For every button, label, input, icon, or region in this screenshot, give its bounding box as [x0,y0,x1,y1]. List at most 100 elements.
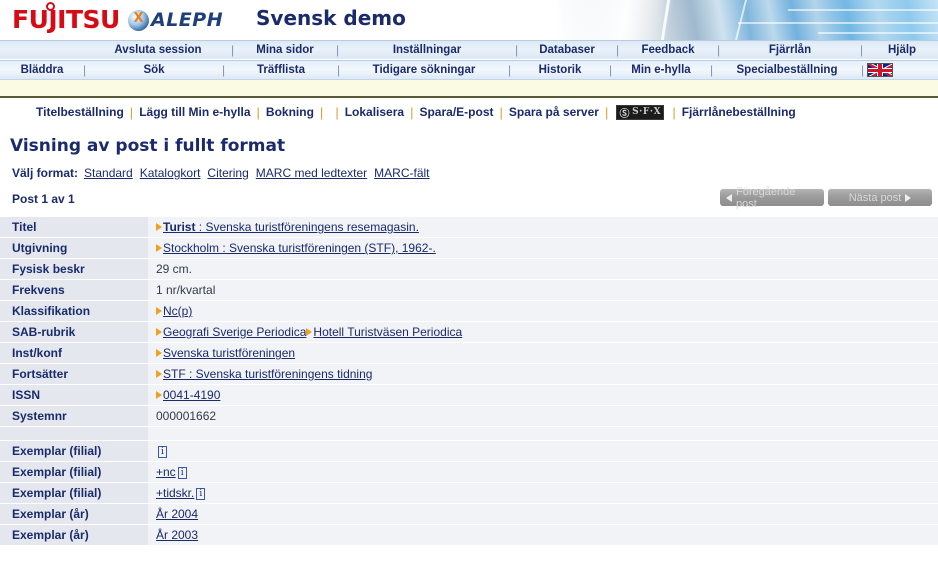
triangle-bullet-icon [156,306,162,315]
record-detail-body: Titel Turist : Svenska turistföreningens… [0,217,938,546]
record-link-text: : Svenska turistföreningens resemagasin. [195,220,419,234]
row-label: Exemplar (filial) [0,482,148,504]
record-link[interactable]: Turist : Svenska turistföreningens resem… [163,220,419,234]
row-label: Utgivning [0,237,148,259]
page-title: Visning av post i fullt format [10,136,286,156]
row-label: Systemnr [0,405,148,427]
nav-item-installningar[interactable]: Inställningar [342,41,512,59]
triangle-bullet-icon [156,369,162,378]
nav-separator: | [507,63,512,77]
format-option-marc-med-ledtexter[interactable]: MARC med ledtexter [256,166,367,180]
sfx-button[interactable]: Ⓢ S·F·X [616,104,665,120]
record-link[interactable]: STF : Svenska turistföreningens tidning [163,367,372,381]
record-link[interactable]: Nc(p) [163,304,192,318]
action-lagg-till-min-e-hylla[interactable]: Lägg till Min e-hylla [139,105,250,119]
format-selector-label: Välj format: [12,166,79,180]
primary-nav-bar: Avsluta session | Mina sidor | Inställni… [0,40,938,60]
nav-separator: | [860,63,865,77]
nav-item-avsluta-session[interactable]: Avsluta session [88,41,228,59]
info-icon[interactable]: i [196,487,206,500]
row-value: 000001662 [148,405,938,427]
record-detail-table: Titel Turist : Svenska turistföreningens… [0,217,938,546]
aleph-mark-icon [128,9,149,31]
aleph-logo: ALEPH [128,9,223,31]
action-lokalisera[interactable]: Lokalisera [345,105,404,119]
toolbar-separator: | [672,104,676,120]
nav-item-trafflista[interactable]: Träfflista [228,61,334,79]
table-row: Klassifikation Nc(p) [0,300,938,322]
record-action-toolbar: Titelbeställning | Lägg till Min e-hylla… [0,98,938,126]
row-value: Stockholm : Svenska turistföreningen (ST… [148,237,938,259]
nav-item-hjalp[interactable]: Hjälp [866,41,938,59]
nav-item-tidigare-sokningar[interactable]: Tidigare sökningar [343,61,505,79]
row-value: År 2004 [148,503,938,525]
format-option-standard[interactable]: Standard [84,166,133,180]
toolbar-separator: | [499,104,503,120]
action-fjarrlanebestallning[interactable]: Fjärrlånebeställning [682,105,796,119]
format-selector: Välj format: Standard Katalogkort Citeri… [0,156,938,180]
row-label: Exemplar (år) [0,524,148,546]
nav-item-specialbestallning[interactable]: Specialbeställning [716,61,858,79]
nav-item-historik[interactable]: Historik [514,61,606,79]
action-spara-epost[interactable]: Spara/E-post [419,105,493,119]
row-value: 0041-4190 [148,384,938,406]
sfx-circle-icon: Ⓢ [619,108,631,120]
record-link-bold: Turist [163,220,196,234]
fujitsu-logo-dot [46,2,55,11]
record-link[interactable]: 0041-4190 [163,388,220,402]
record-link[interactable]: Svenska turistföreningen [163,346,295,360]
chevron-right-icon [905,193,912,202]
nav-item-fjarrlan[interactable]: Fjärrlån [723,41,857,59]
row-label: Titel [0,217,148,238]
nav-item-min-e-hylla[interactable]: Min e-hylla [615,61,707,79]
record-link[interactable]: Hotell Turistväsen Periodica [313,325,462,339]
row-label: Frekvens [0,279,148,301]
format-option-citering[interactable]: Citering [207,166,248,180]
row-value: +nc i [148,461,938,483]
nav-item-feedback[interactable]: Feedback [622,41,714,59]
aleph-logo-text: ALEPH [151,9,224,31]
table-row: Systemnr 000001662 [0,405,938,427]
fujitsu-logo-text: FUJITSU [12,5,120,34]
toolbar-separator: | [335,104,339,120]
table-row: Exemplar (år) År 2004 [0,503,938,525]
record-link[interactable]: +nc [156,465,176,479]
toolbar-separator: | [319,104,324,120]
format-option-katalogkort[interactable]: Katalogkort [140,166,201,180]
triangle-bullet-icon [156,348,162,357]
record-link[interactable]: +tidskr. [156,486,194,500]
record-navigation-row: Post 1 av 1 Föregående post Nästa post [0,186,938,213]
info-icon[interactable]: i [177,466,187,479]
nav-item-mina-sidor[interactable]: Mina sidor [237,41,333,59]
row-value-empty [148,426,938,441]
format-option-marc-falt[interactable]: MARC-fält [374,166,429,180]
table-row: SAB-rubrik Geografi Sverige Periodica Hot… [0,321,938,343]
record-link[interactable]: År 2004 [156,507,198,521]
nav-separator: | [709,63,714,77]
secondary-nav-bar: Bläddra | Sök | Träfflista | Tidigare sö… [0,60,938,80]
info-icon[interactable]: i [158,445,167,458]
nav-separator: | [514,43,519,57]
union-jack-flag-icon[interactable] [867,63,893,77]
record-link[interactable]: Geografi Sverige Periodica [163,325,306,339]
record-link[interactable]: Stockholm : Svenska turistföreningen (ST… [163,241,436,255]
row-label: ISSN [0,384,148,406]
next-record-label: Nästa post [848,191,902,204]
nav-item-blattra[interactable]: Bläddra [4,61,80,79]
previous-record-button[interactable]: Föregående post [720,186,824,210]
row-value: Nc(p) [148,300,938,322]
nav-separator: | [335,43,340,57]
table-row: ISSN 0041-4190 [0,384,938,406]
record-link[interactable]: År 2003 [156,528,198,542]
nav-item-databaser[interactable]: Databaser [521,41,613,59]
table-row: Frekvens 1 nr/kvartal [0,279,938,301]
toolbar-separator: | [129,104,134,120]
action-spara-pa-server[interactable]: Spara på server [509,105,599,119]
next-record-button[interactable]: Nästa post [828,189,932,206]
action-bokning[interactable]: Bokning [266,105,314,119]
row-label: Exemplar (filial) [0,461,148,483]
table-row: Exemplar (filial) +nc i [0,461,938,483]
action-titelbestallning[interactable]: Titelbeställning [36,105,124,119]
nav-item-sok[interactable]: Sök [89,61,219,79]
toolbar-separator: | [410,104,414,120]
